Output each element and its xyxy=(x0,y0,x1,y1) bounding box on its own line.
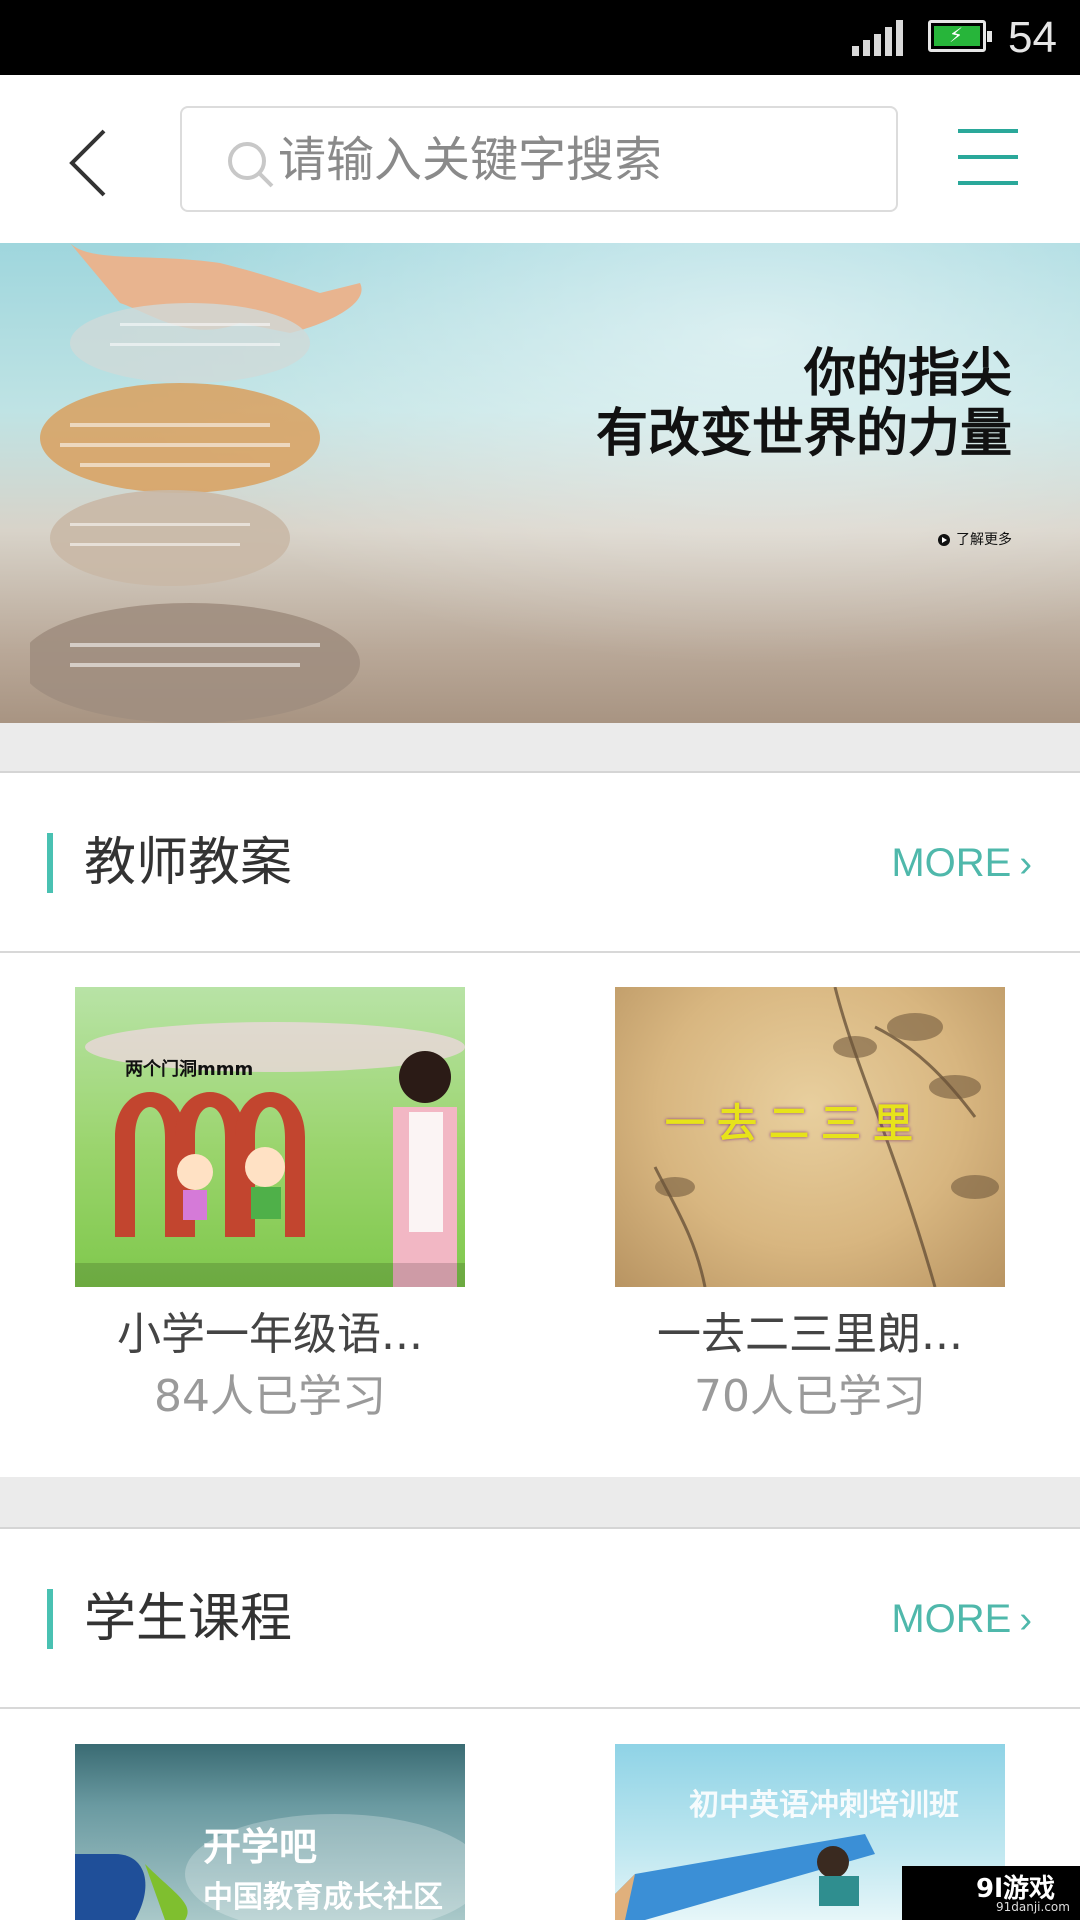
section-header-teacher-plans: 教师教案 MORE › xyxy=(0,773,1080,953)
stacked-stones-image xyxy=(30,243,362,723)
chevron-right-icon: › xyxy=(1019,1599,1032,1641)
search-input[interactable] xyxy=(276,124,840,196)
learner-count: 70人已学习 xyxy=(694,1371,926,1422)
banner-headline-line2: 有改变世界的力量 xyxy=(595,404,1012,464)
more-button[interactable]: MORE › xyxy=(891,835,1032,892)
chevron-right-icon: › xyxy=(1019,843,1032,885)
course-title: 一去二三里朗... xyxy=(657,1309,963,1360)
play-icon xyxy=(938,534,950,546)
thumbnail-illustration xyxy=(75,1022,465,1287)
search-icon xyxy=(228,142,274,188)
top-bar xyxy=(0,75,1080,243)
thumbnail-caption: 开学吧 xyxy=(203,1825,318,1869)
course-thumbnail: 一去二三里 xyxy=(615,987,1005,1287)
signal-icon xyxy=(852,20,906,56)
section-divider xyxy=(0,1477,1080,1529)
more-button[interactable]: MORE › xyxy=(891,1591,1032,1648)
section-title: 学生课程 xyxy=(84,1589,293,1649)
section-header-student-courses: 学生课程 MORE › xyxy=(0,1529,1080,1709)
section-accent-bar xyxy=(47,833,53,893)
thumbnail-caption: 初中英语冲刺培训班 xyxy=(689,1788,959,1823)
thumbnail-caption: 两个门洞mmm xyxy=(125,1059,254,1080)
course-thumbnail: 两个门洞mmm xyxy=(75,987,465,1287)
course-thumbnail: 开学吧 中国教育成长社区 xyxy=(75,1744,465,1920)
section-title: 教师教案 xyxy=(84,833,293,893)
battery-charging-icon: ⚡ xyxy=(928,20,992,52)
thumbnail-subcaption: 中国教育成长社区 xyxy=(203,1880,443,1915)
learn-more-link[interactable]: 了解更多 xyxy=(938,529,1012,549)
course-title: 小学一年级语... xyxy=(117,1309,423,1360)
status-bar: ⚡ 54 xyxy=(0,0,1080,75)
thumbnail-caption: 一去二三里 xyxy=(665,1101,925,1147)
promo-banner[interactable]: 你的指尖 有改变世界的力量 了解更多 xyxy=(0,243,1080,723)
watermark-logo: 9l游戏 91danji.com xyxy=(902,1866,1080,1920)
back-arrow-icon[interactable] xyxy=(62,127,122,197)
section-divider xyxy=(0,723,1080,773)
menu-icon[interactable] xyxy=(958,129,1020,189)
battery-level: 54 xyxy=(1008,13,1057,62)
section-accent-bar xyxy=(47,1589,53,1649)
search-box[interactable] xyxy=(180,106,898,212)
learner-count: 84人已学习 xyxy=(154,1371,386,1422)
